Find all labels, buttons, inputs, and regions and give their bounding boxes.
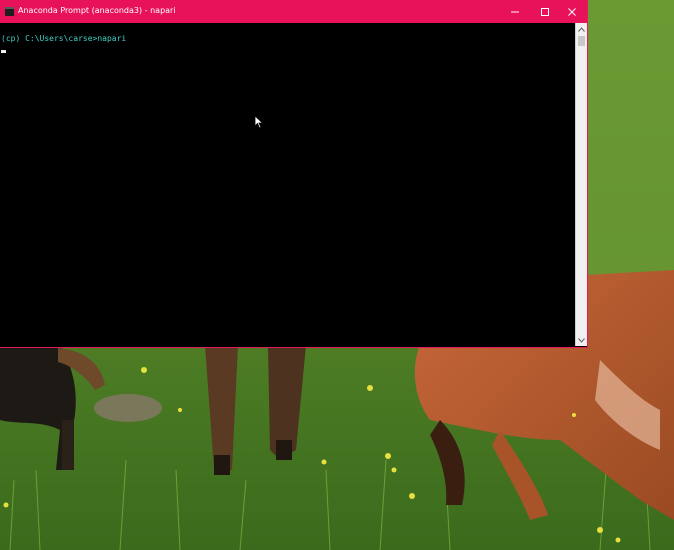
maximize-icon <box>541 7 549 16</box>
scroll-up-button[interactable] <box>576 23 587 35</box>
minimize-icon <box>511 11 519 12</box>
vertical-scrollbar[interactable] <box>575 23 587 346</box>
close-button[interactable] <box>557 0 587 23</box>
chevron-down-icon <box>578 337 585 343</box>
minimize-button[interactable] <box>500 0 530 23</box>
console-output[interactable]: (cp) C:\Users\carse>napari <box>0 23 575 346</box>
scroll-thumb[interactable] <box>578 36 585 46</box>
mouse-pointer-icon <box>254 115 264 129</box>
terminal-icon <box>5 7 14 16</box>
maximize-button[interactable] <box>530 0 560 23</box>
window-title: Anaconda Prompt (anaconda3) - napari <box>18 6 176 15</box>
anaconda-prompt-window[interactable]: Anaconda Prompt (anaconda3) - napari (cp… <box>0 0 587 347</box>
text-cursor <box>1 50 6 53</box>
close-icon <box>568 7 576 16</box>
scroll-down-button[interactable] <box>576 334 587 346</box>
command-prompt-line: (cp) C:\Users\carse>napari <box>1 34 127 43</box>
desktop: Anaconda Prompt (anaconda3) - napari (cp… <box>0 0 674 550</box>
chevron-up-icon <box>578 26 585 32</box>
title-bar[interactable]: Anaconda Prompt (anaconda3) - napari <box>0 0 587 23</box>
